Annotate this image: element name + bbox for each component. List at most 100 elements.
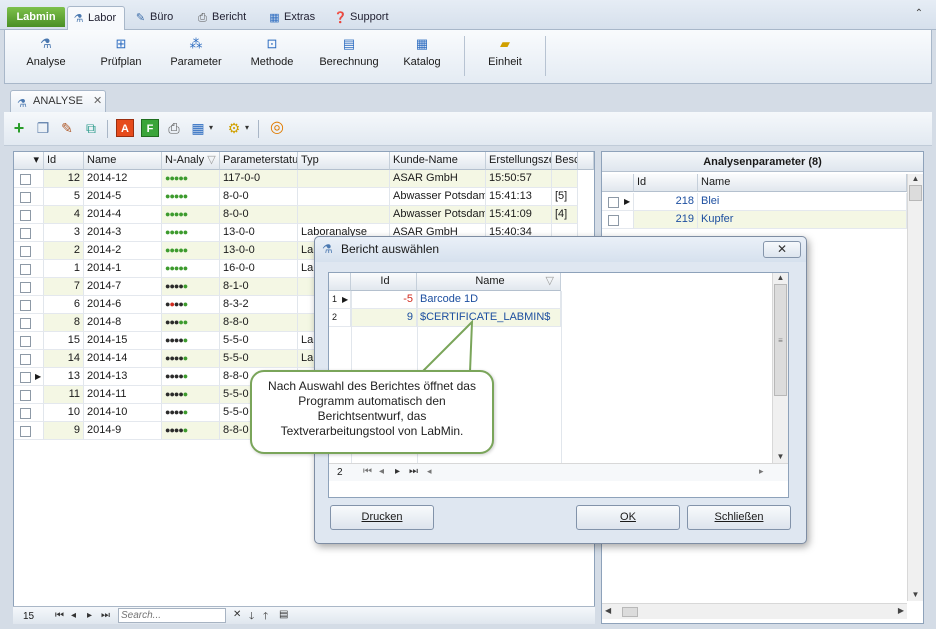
table-row[interactable]: 219 Kupfer [602,211,907,229]
table-row[interactable]: 4 2014-4 ●●●●● 8-0-0 Abwasser Potsdam 15:41:0… [14,206,594,224]
target-icon[interactable]: ◎ [268,119,286,137]
row-checkbox[interactable] [20,390,31,401]
methode-button[interactable]: ⊡ Methode [239,34,305,80]
table-row[interactable]: 5 2014-5 ●●●●● 8-0-0 Abwasser Potsdam 15:41:1… [14,188,594,206]
vertical-scrollbar[interactable]: ▲ ≡ ▼ [772,273,788,463]
column-header[interactable]: Id [351,273,417,291]
next-page-icon[interactable]: ▸ [87,610,92,621]
row-selector[interactable] [14,350,44,368]
row-selector[interactable] [14,260,44,278]
row-selector[interactable] [14,224,44,242]
row-selector[interactable] [14,386,44,404]
last-page-icon[interactable]: ⏭ [409,466,418,477]
row-selector[interactable] [14,314,44,332]
row-selector[interactable]: ▶ [14,368,44,386]
einheit-button[interactable]: ▰ Einheit [475,34,535,80]
tab-labor[interactable]: ⚗ Labor [67,6,125,30]
row-checkbox[interactable] [608,197,619,208]
report-row[interactable]: 1 ▶ -5 Barcode 1D [329,291,561,309]
parameter-button[interactable]: ⁂ Parameter [161,34,231,80]
next-page-icon[interactable]: ▸ [395,466,400,477]
column-chooser[interactable]: ▾ [14,152,44,170]
table-row[interactable]: ▶ 218 Blei [602,193,907,211]
settings-icon[interactable]: ⚙ [225,119,243,137]
edit-icon[interactable]: ✎ [58,119,76,137]
column-header[interactable]: Kunde-Name [390,152,486,170]
filter-icon[interactable]: F [141,119,159,137]
row-checkbox[interactable] [20,264,31,275]
arrow-up-icon[interactable]: 🡑 [263,609,268,626]
calendar-icon[interactable]: ▦ [189,119,207,137]
clear-search-icon[interactable]: ✕ [233,609,241,620]
tab-extras[interactable]: ▦ Extras [264,6,324,30]
column-header[interactable]: N-Analy ▽ [162,152,220,170]
row-checkbox[interactable] [20,408,31,419]
row-selector[interactable] [14,188,44,206]
chevron-down-icon[interactable]: ▾ [207,119,215,137]
first-page-icon[interactable]: ⏮ [55,610,64,621]
row-checkbox[interactable] [20,426,31,437]
row-checkbox[interactable] [20,318,31,329]
column-header[interactable]: Typ [298,152,390,170]
row-checkbox[interactable] [20,192,31,203]
column-header[interactable]: Besc [552,152,578,170]
vertical-scrollbar[interactable]: ▲ ▼ [907,174,923,601]
horizontal-scrollbar[interactable]: ◀ ▶ [602,603,907,619]
last-page-icon[interactable]: ⏭ [101,610,110,621]
ok-button[interactable]: OK [576,505,680,530]
app-menu-button[interactable]: Labmin [7,7,65,27]
analyse-button[interactable]: ⚗ Analyse [15,34,77,80]
row-checkbox[interactable] [20,174,31,185]
row-selector[interactable]: ▶ [602,193,634,211]
row-checkbox[interactable] [20,228,31,239]
add-icon[interactable]: + [10,119,28,137]
tab-bericht[interactable]: ⎙ Bericht [192,6,258,30]
berechnung-button[interactable]: ▤ Berechnung [311,34,387,80]
row-checkbox[interactable] [20,210,31,221]
search-input[interactable] [118,608,226,623]
column-header[interactable]: Erstellungsze [486,152,552,170]
prev-page-icon[interactable]: ◂ [379,466,384,477]
column-header[interactable]: Name [698,174,907,192]
row-selector[interactable] [602,211,634,229]
row-checkbox[interactable] [20,246,31,257]
row-checkbox[interactable] [20,354,31,365]
row-checkbox[interactable] [20,282,31,293]
close-button[interactable]: Schließen [687,505,791,530]
copy-icon[interactable]: ❐ [34,119,52,137]
row-selector[interactable] [14,242,44,260]
tab-support[interactable]: ❓ Support [330,6,400,30]
print-button[interactable]: Drucken [330,505,434,530]
scroll-left-icon[interactable]: ◂ [427,466,432,477]
printer-icon[interactable]: ⎙ [165,119,183,137]
pruefplan-button[interactable]: ⊞ Prüfplan [87,34,155,80]
close-icon[interactable]: ✕ [93,91,102,111]
row-checkbox[interactable] [608,215,619,226]
row-selector[interactable] [14,404,44,422]
row-selector[interactable] [14,278,44,296]
row-checkbox[interactable] [20,336,31,347]
column-header[interactable]: Id [44,152,84,170]
collapse-ribbon-icon[interactable]: ⌃ [912,8,926,22]
arrow-down-icon[interactable]: 🡓 [249,609,254,626]
dialog-close-button[interactable]: ✕ [763,241,801,258]
katalog-button[interactable]: ▦ Katalog [397,34,447,80]
column-header[interactable]: Id [634,174,698,192]
tab-analyse[interactable]: ⚗ ANALYSE ✕ [10,90,106,112]
row-selector[interactable] [14,422,44,440]
row-selector[interactable] [14,296,44,314]
column-header[interactable]: Parameterstatu [220,152,298,170]
chevron-down-icon[interactable]: ▾ [243,119,251,137]
row-selector[interactable] [14,206,44,224]
column-header[interactable]: Name ▽ [417,273,561,291]
tag-icon[interactable]: ⧉ [82,119,100,137]
column-header[interactable]: Name [84,152,162,170]
row-selector[interactable] [14,332,44,350]
row-selector[interactable] [14,170,44,188]
alert-icon[interactable]: A [116,119,134,137]
options-icon[interactable]: ▤ [279,609,288,620]
first-page-icon[interactable]: ⏮ [363,466,372,477]
row-checkbox[interactable] [20,372,31,383]
row-checkbox[interactable] [20,300,31,311]
scroll-right-icon[interactable]: ▸ [759,466,764,477]
